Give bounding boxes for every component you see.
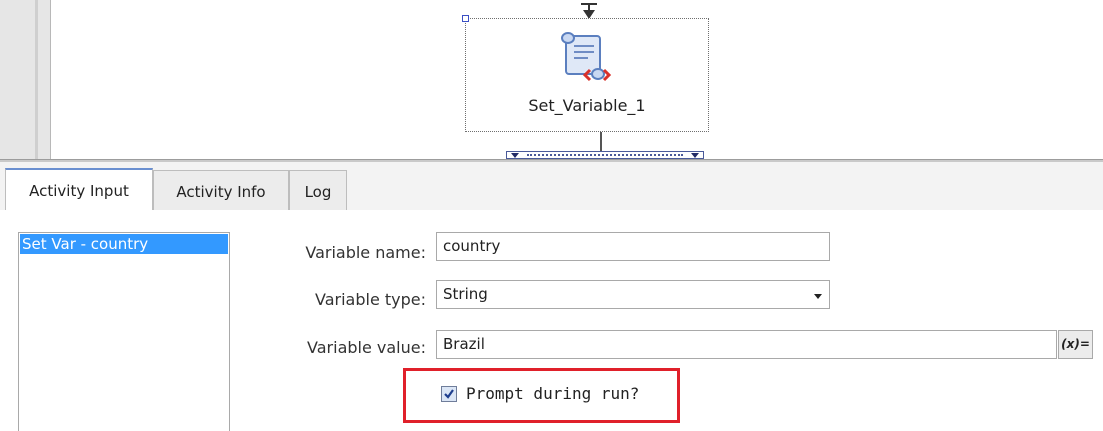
connector-dotted-line <box>527 154 683 158</box>
variable-name-label: Variable name: <box>305 243 426 262</box>
canvas-left-gutter <box>0 0 51 160</box>
variable-value-label: Variable value: <box>307 338 426 357</box>
expression-editor-button[interactable]: (x)= <box>1058 330 1093 359</box>
activity-list-item[interactable]: Set Var - country <box>20 234 228 254</box>
checkmark-icon <box>444 389 454 399</box>
workflow-canvas[interactable]: Set_Variable_1 <box>0 0 1103 163</box>
chevron-down-icon[interactable] <box>814 294 822 299</box>
script-scroll-icon <box>561 32 612 82</box>
tab-activity-info[interactable]: Activity Info <box>153 170 289 210</box>
variable-name-input[interactable]: country <box>436 232 830 261</box>
connector-drop-target[interactable] <box>506 151 704 159</box>
gutter-scrollbar[interactable] <box>35 0 38 160</box>
properties-tab-strip: Activity Input Activity Info Log <box>0 162 1103 211</box>
prompt-during-run-checkbox[interactable] <box>441 386 457 402</box>
connector-right-arrow-icon <box>691 153 699 158</box>
tab-log[interactable]: Log <box>289 170 347 210</box>
connector-left-arrow-icon <box>511 153 519 158</box>
variable-type-select[interactable]: String <box>436 280 830 309</box>
tab-activity-input[interactable]: Activity Input <box>5 168 153 211</box>
variable-value-input[interactable]: Brazil <box>436 330 1057 359</box>
activity-list[interactable]: Set Var - country <box>18 232 230 431</box>
node-resize-handle[interactable] <box>462 15 469 22</box>
variable-type-label: Variable type: <box>315 290 426 309</box>
outgoing-connector-line <box>600 132 602 152</box>
node-label: Set_Variable_1 <box>528 96 646 115</box>
prompt-during-run-label[interactable]: Prompt during run? <box>466 384 639 403</box>
